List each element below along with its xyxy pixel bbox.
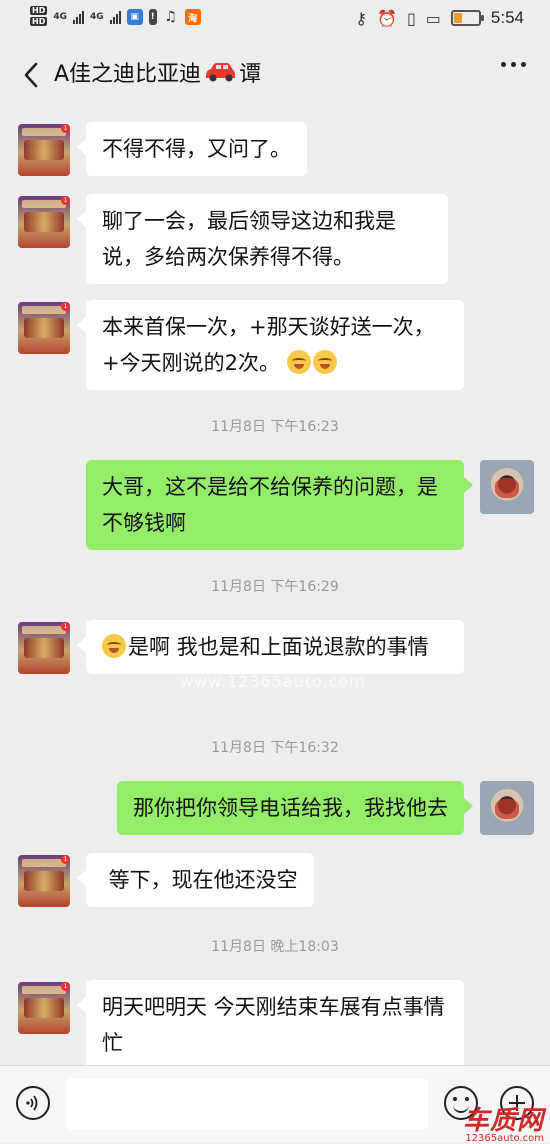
brand-name: 车质网 bbox=[462, 1106, 544, 1136]
chat-header: A佳之迪比亚迪 谭 bbox=[0, 40, 550, 110]
network-type-1: 4G bbox=[53, 12, 67, 22]
my-avatar[interactable] bbox=[480, 781, 534, 835]
timestamp: 11月8日 晚上18:03 bbox=[211, 939, 339, 955]
brand-url: 12365auto.com bbox=[465, 1133, 544, 1144]
sim-icon: ▭ bbox=[425, 8, 441, 28]
contact-avatar[interactable]: 1 bbox=[18, 622, 70, 674]
more-dots-icon bbox=[501, 62, 506, 67]
message-bubble-incoming[interactable]: 不得不得，又问了。 bbox=[77, 122, 307, 176]
vibrate-icon: ▯ bbox=[406, 8, 416, 28]
laughing-crying-emoji-icon bbox=[312, 350, 337, 374]
message-bubble-incoming[interactable]: 明天吧明天 今天刚结束车展有点事情忙 bbox=[77, 980, 464, 1065]
brand-watermark: 车质网 12365auto.com bbox=[463, 1100, 544, 1144]
signal-icon bbox=[73, 10, 84, 24]
battery-icon bbox=[450, 10, 484, 26]
audio-wave-icon: ♫ bbox=[164, 9, 177, 25]
watermark: www.12365auto.com bbox=[180, 672, 366, 691]
chat-title-suffix: 谭 bbox=[239, 62, 262, 87]
chat-title: A佳之迪比亚迪 谭 bbox=[54, 56, 261, 88]
message-input[interactable] bbox=[66, 1078, 428, 1130]
timestamp: 11月8日 下午16:32 bbox=[211, 740, 339, 756]
message-bubble-outgoing[interactable]: 那你把你领导电话给我，我找他去 bbox=[117, 781, 473, 835]
message-bubble-incoming[interactable]: 等下，现在他还没空 bbox=[77, 853, 314, 907]
message-bubble-outgoing[interactable]: 大哥，这不是给不给保养的问题，是不够钱啊 bbox=[86, 460, 473, 550]
my-avatar[interactable] bbox=[480, 460, 534, 514]
timestamp: 11月8日 下午16:29 bbox=[211, 579, 339, 595]
taobao-icon: 淘 bbox=[184, 9, 201, 25]
chat-title-text: A佳之迪比亚迪 bbox=[54, 62, 202, 87]
voice-button[interactable] bbox=[16, 1086, 50, 1120]
signal-icon-2 bbox=[109, 10, 121, 24]
contact-avatar[interactable]: 1 bbox=[18, 124, 70, 176]
contact-avatar[interactable]: 1 bbox=[18, 982, 70, 1034]
alarm-icon: ⏰ bbox=[377, 8, 397, 28]
back-button[interactable] bbox=[16, 58, 46, 92]
app-notification-icon: ▣ bbox=[126, 9, 143, 25]
laughing-crying-emoji-icon bbox=[286, 350, 311, 374]
status-bar: HD HD 4G 4G ▣ ! ♫ 淘 ⚷ ⏰ ▯ ▭ 5:54 bbox=[0, 0, 550, 40]
message-bubble-incoming[interactable]: 聊了一会，最后领导这边和我是说，多给两次保养得不得。 bbox=[77, 194, 448, 284]
alert-icon: ! bbox=[148, 9, 157, 25]
contact-avatar[interactable]: 1 bbox=[18, 196, 70, 248]
message-bubble-incoming[interactable]: 是啊 我也是和上面说退款的事情 bbox=[77, 620, 464, 674]
contact-avatar[interactable]: 1 bbox=[18, 302, 70, 354]
red-car-icon bbox=[206, 63, 236, 82]
message-list[interactable]: 1 不得不得，又问了。 1 聊了一会，最后领导这边和我是说，多给两次保养得不得。… bbox=[0, 110, 550, 1065]
message-bubble-incoming[interactable]: 本来首保一次，+那天谈好送一次，+今天刚说的2次。 bbox=[77, 300, 464, 390]
more-button[interactable] bbox=[501, 62, 526, 67]
laughing-crying-emoji-icon bbox=[102, 634, 126, 658]
key-icon: ⚷ bbox=[355, 8, 368, 28]
network-type-2: 4G bbox=[90, 12, 104, 22]
timestamp: 11月8日 下午16:23 bbox=[211, 419, 339, 435]
voice-icon bbox=[26, 1095, 38, 1111]
clock: 5:54 bbox=[490, 8, 524, 27]
hd-indicator: HD HD bbox=[30, 6, 48, 26]
contact-avatar[interactable]: 1 bbox=[18, 855, 70, 907]
chevron-left-icon bbox=[24, 62, 38, 88]
